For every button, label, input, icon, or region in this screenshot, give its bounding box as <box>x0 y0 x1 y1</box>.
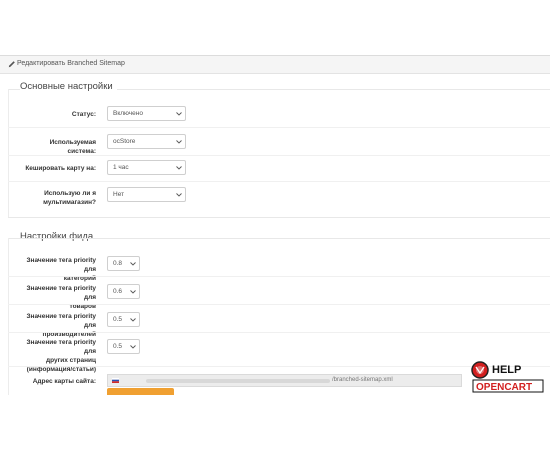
fieldset-bottom-basic <box>8 217 550 218</box>
status-select[interactable]: Включено <box>107 106 186 121</box>
label-multistore: Использую ли я мультимагазин? <box>20 189 96 207</box>
fieldset-border-feed <box>8 238 550 239</box>
row-divider <box>8 181 550 182</box>
chevron-down-icon <box>130 345 136 349</box>
help-opencart-logo: HELP OPENCART <box>471 361 544 393</box>
logo-help-text: HELP <box>492 364 521 376</box>
panel-title: Редактировать Branched Sitemap <box>17 60 125 67</box>
chevron-down-icon <box>130 290 136 294</box>
multistore-select-value: Нет <box>113 191 125 198</box>
priority-manufacturers-value: 0.5 <box>113 316 123 323</box>
row-divider <box>8 332 550 333</box>
label-multistore-line1: Использую ли я <box>44 190 96 197</box>
label-multistore-line2: мультимагазин? <box>43 199 96 206</box>
blurred-domain <box>146 379 330 383</box>
russia-flag-icon <box>112 378 119 383</box>
panel-heading: Редактировать Branched Sitemap <box>0 56 550 74</box>
multistore-select[interactable]: Нет <box>107 187 186 202</box>
fieldset-side-feed <box>8 238 9 395</box>
priority-products-select[interactable]: 0.6 <box>107 284 140 299</box>
chevron-down-icon <box>176 140 182 144</box>
label-status: Статус: <box>71 111 96 118</box>
logo-opencart-text: OPENCART <box>476 382 532 393</box>
cache-select[interactable]: 1 час <box>107 160 186 175</box>
chevron-down-icon <box>130 262 136 266</box>
chevron-down-icon <box>130 318 136 322</box>
generate-button[interactable] <box>107 388 174 395</box>
label-priority-manufacturers: Значение тега priority для производителе… <box>14 312 96 339</box>
system-select-value: ocStore <box>113 138 136 145</box>
label-priority-products: Значение тега priority для товаров <box>14 284 96 311</box>
label-line: Значение тега priority для <box>26 285 96 301</box>
row-divider <box>8 304 550 305</box>
chevron-down-icon <box>176 193 182 197</box>
label-priority-categories: Значение тега priority для категорий <box>14 256 96 283</box>
label-line: Значение тега priority для <box>26 313 96 329</box>
sitemap-url-suffix: /branched-sitemap.xml <box>332 377 393 383</box>
priority-categories-select[interactable]: 0.8 <box>107 256 140 271</box>
label-sitemap-url: Адрес карты сайта: <box>32 378 96 385</box>
chevron-down-icon <box>176 166 182 170</box>
label-cache: Кешировать карту на: <box>25 165 96 172</box>
label-line: других страниц <box>45 357 96 364</box>
legend-basic: Основные настройки <box>20 81 117 92</box>
system-select[interactable]: ocStore <box>107 134 186 149</box>
cache-select-value: 1 час <box>113 164 129 171</box>
legend-feed: Настройки фида <box>20 231 98 242</box>
label-line: Значение тега priority для <box>26 339 96 355</box>
priority-products-value: 0.6 <box>113 288 123 295</box>
label-system: Используемая система: <box>49 139 96 155</box>
priority-other-value: 0.5 <box>113 343 123 350</box>
row-divider <box>8 155 550 156</box>
chevron-down-icon <box>176 112 182 116</box>
row-divider <box>8 276 550 277</box>
row-divider <box>8 127 550 128</box>
pencil-icon <box>8 61 15 68</box>
sitemap-url-field[interactable]: /branched-sitemap.xml <box>107 374 462 387</box>
status-select-value: Включено <box>113 110 143 117</box>
label-line: Значение тега priority для <box>26 257 96 273</box>
priority-other-select[interactable]: 0.5 <box>107 339 140 354</box>
priority-manufacturers-select[interactable]: 0.5 <box>107 312 140 327</box>
label-priority-other: Значение тега priority для других страни… <box>14 338 96 374</box>
row-divider <box>8 366 550 367</box>
priority-categories-value: 0.8 <box>113 260 123 267</box>
fieldset-side-basic <box>8 89 9 217</box>
